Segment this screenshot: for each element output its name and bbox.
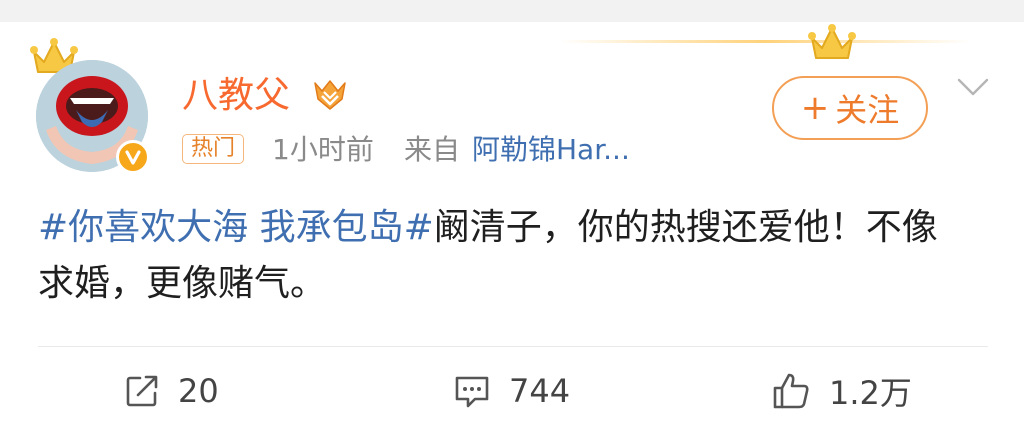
- comment-icon: [455, 376, 489, 408]
- follow-button[interactable]: + 关注: [772, 76, 928, 140]
- follow-label: 关注: [835, 91, 900, 129]
- verified-badge-icon: [116, 140, 150, 174]
- decorative-gold-line: [560, 40, 970, 43]
- post-content: #你喜欢大海 我承包岛#阚清子，你的热搜还爱他！不像求婚，更像赌气。: [38, 200, 938, 312]
- repost-icon: [126, 375, 158, 407]
- comment-count: 744: [509, 372, 571, 410]
- vip-crown-badge-icon[interactable]: [312, 79, 348, 111]
- like-icon: [773, 373, 809, 409]
- source-prefix: 来自: [404, 133, 461, 166]
- post-time: 1小时前: [272, 133, 374, 166]
- repost-button[interactable]: 20: [124, 368, 219, 414]
- crown-icon: [808, 24, 856, 59]
- plus-icon: +: [800, 88, 830, 128]
- comment-button[interactable]: 744: [453, 368, 570, 414]
- chevron-down-icon[interactable]: [956, 76, 990, 98]
- divider: [38, 346, 988, 347]
- top-bar: [0, 0, 1024, 22]
- like-button[interactable]: 1.2万: [771, 368, 912, 414]
- post-source-link[interactable]: 阿勒锦Har...: [472, 132, 630, 168]
- author-name[interactable]: 八教父: [182, 74, 290, 118]
- hot-tag: 热门: [182, 134, 245, 164]
- topic-link[interactable]: #你喜欢大海 我承包岛#: [38, 207, 434, 248]
- repost-count: 20: [178, 372, 219, 410]
- like-count: 1.2万: [829, 374, 912, 412]
